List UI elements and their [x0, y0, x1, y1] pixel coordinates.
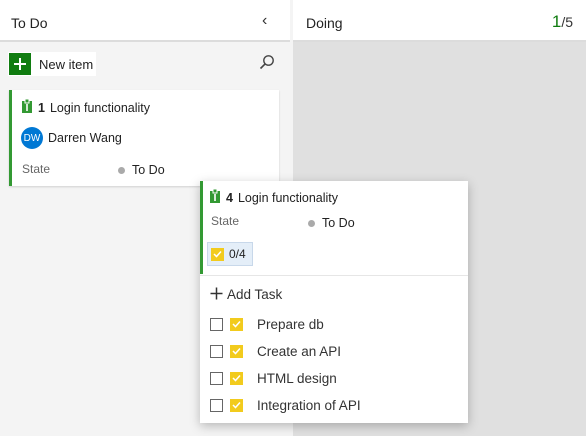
work-item-card-expanded[interactable]: 4 Login functionality State To Do 0/4 Ad…	[200, 181, 468, 423]
wip-limit: 1/5	[552, 12, 573, 32]
clipboard-icon	[210, 188, 220, 206]
task-check-icon	[230, 398, 243, 412]
divider	[200, 275, 468, 276]
chevron-left-icon[interactable]: ‹	[262, 13, 267, 29]
assignee-name: Darren Wang	[48, 131, 122, 145]
avatar: DW	[21, 127, 43, 149]
task-label[interactable]: Prepare db	[257, 317, 324, 332]
task-row[interactable]: Prepare db	[210, 314, 324, 334]
card-title-row: 1 Login functionality	[22, 98, 150, 116]
state-value-text: To Do	[132, 163, 165, 177]
add-task-button[interactable]: Add Task	[210, 286, 282, 302]
plus-icon	[210, 286, 223, 302]
task-row[interactable]: Integration of API	[210, 395, 361, 415]
state-label: State	[22, 162, 51, 176]
task-label[interactable]: HTML design	[257, 371, 337, 386]
card-id: 1	[38, 100, 45, 115]
task-check-icon	[230, 317, 243, 331]
card-title[interactable]: Login functionality	[238, 191, 338, 205]
task-label[interactable]: Create an API	[257, 344, 341, 359]
todo-column-title: To Do	[11, 15, 48, 31]
todo-column-header: To Do ‹	[0, 0, 290, 42]
state-value[interactable]: To Do	[308, 216, 355, 230]
task-check-icon	[230, 344, 243, 358]
state-dot-icon	[118, 166, 125, 174]
task-label[interactable]: Integration of API	[257, 398, 361, 413]
new-item-button[interactable]: New item	[8, 52, 96, 76]
wip-current: 1	[551, 12, 562, 31]
card-assignee[interactable]: DW Darren Wang	[21, 127, 122, 149]
task-checkbox[interactable]	[210, 398, 223, 412]
doing-column-header: Doing 1/5	[293, 0, 586, 42]
task-checkbox[interactable]	[210, 317, 223, 331]
work-item-card[interactable]: 1 Login functionality DW Darren Wang Sta…	[9, 90, 279, 186]
child-tasks-toggle[interactable]: 0/4	[207, 242, 253, 266]
child-count: 0/4	[229, 247, 246, 261]
doing-column-title: Doing	[306, 15, 343, 31]
state-dot-icon	[308, 219, 315, 227]
card-id: 4	[226, 190, 233, 205]
new-item-label: New item	[39, 56, 94, 72]
card-title-row: 4 Login functionality	[210, 188, 338, 206]
task-row[interactable]: Create an API	[210, 341, 341, 361]
card-title[interactable]: Login functionality	[50, 101, 150, 115]
task-check-icon	[230, 371, 243, 385]
state-value[interactable]: To Do	[118, 163, 165, 177]
plus-icon	[9, 53, 31, 75]
wip-max: /5	[561, 14, 573, 30]
card-color-strip	[200, 181, 203, 274]
state-label: State	[211, 214, 240, 228]
task-checkbox[interactable]	[210, 344, 223, 358]
task-row[interactable]: HTML design	[210, 368, 337, 388]
state-value-text: To Do	[322, 216, 355, 230]
task-check-icon	[211, 247, 224, 261]
clipboard-icon	[22, 98, 32, 116]
add-task-label: Add Task	[227, 286, 283, 302]
search-icon[interactable]	[258, 54, 276, 72]
task-checkbox[interactable]	[210, 371, 223, 385]
